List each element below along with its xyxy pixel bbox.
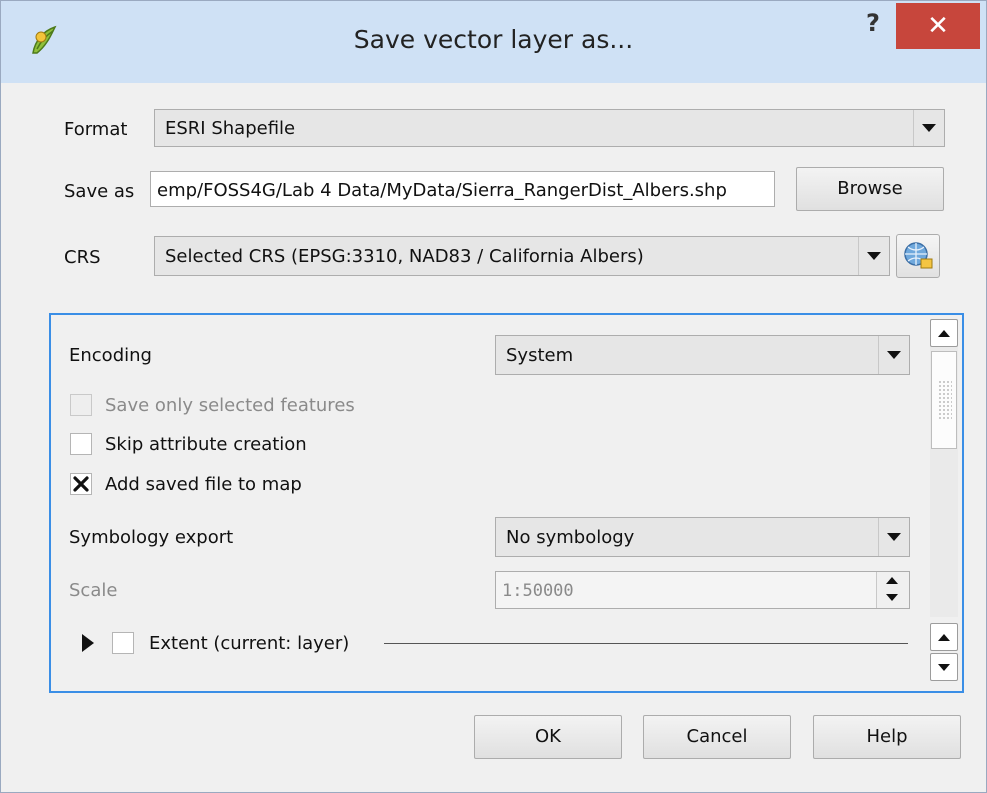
- save-selected-label: Save only selected features: [105, 395, 355, 416]
- add-to-map-label: Add saved file to map: [105, 474, 302, 495]
- skip-attribute-label: Skip attribute creation: [105, 434, 307, 455]
- checkmark-icon: [73, 476, 89, 492]
- symbology-combo[interactable]: No symbology: [495, 517, 910, 557]
- symbology-value: No symbology: [506, 527, 635, 548]
- crs-globe-icon: [904, 242, 933, 269]
- browse-button[interactable]: Browse: [796, 167, 944, 211]
- format-value: ESRI Shapefile: [165, 118, 296, 139]
- format-combo[interactable]: ESRI Shapefile: [154, 109, 945, 147]
- cancel-button[interactable]: Cancel: [643, 715, 791, 759]
- options-panel: Encoding System Save only selected featu…: [49, 313, 964, 693]
- close-icon: ✕: [927, 11, 949, 41]
- extent-scroll-down-button[interactable]: [930, 653, 958, 681]
- scale-value: 1:50000: [502, 581, 574, 601]
- chevron-down-icon: [858, 237, 889, 275]
- crs-combo[interactable]: Selected CRS (EPSG:3310, NAD83 / Califor…: [154, 236, 890, 276]
- scroll-thumb[interactable]: [931, 351, 957, 449]
- dialog-title: Save vector layer as...: [353, 25, 634, 54]
- symbology-label: Symbology export: [69, 527, 234, 548]
- extent-label: Extent (current: layer): [149, 633, 350, 654]
- expand-arrow-icon[interactable]: [81, 633, 95, 653]
- save-vector-layer-dialog: Save vector layer as... ? ✕ Format ESRI …: [0, 0, 987, 793]
- scroll-up-button[interactable]: [930, 319, 958, 347]
- dialog-body: Format ESRI Shapefile Save as emp/FOSS4G…: [13, 83, 974, 782]
- crs-select-button[interactable]: [896, 234, 940, 278]
- scale-label: Scale: [69, 580, 118, 601]
- crs-value: Selected CRS (EPSG:3310, NAD83 / Califor…: [165, 246, 644, 267]
- encoding-label: Encoding: [69, 345, 152, 366]
- title-bar[interactable]: Save vector layer as... ? ✕: [1, 1, 986, 83]
- options-scrollbar[interactable]: [930, 319, 958, 617]
- ok-button[interactable]: OK: [474, 715, 622, 759]
- help-button[interactable]: Help: [813, 715, 961, 759]
- spin-buttons[interactable]: [876, 572, 909, 608]
- save-as-input[interactable]: emp/FOSS4G/Lab 4 Data/MyData/Sierra_Rang…: [150, 171, 775, 207]
- format-label: Format: [64, 119, 128, 140]
- chevron-down-icon: [878, 518, 909, 556]
- encoding-value: System: [506, 345, 574, 366]
- crs-label: CRS: [64, 247, 101, 268]
- scale-spinbox[interactable]: 1:50000: [495, 571, 910, 609]
- add-to-map-checkbox[interactable]: [70, 473, 92, 495]
- skip-attribute-checkbox[interactable]: [70, 433, 92, 455]
- spin-down-icon: [886, 594, 898, 601]
- save-as-value: emp/FOSS4G/Lab 4 Data/MyData/Sierra_Rang…: [157, 180, 727, 201]
- save-selected-checkbox[interactable]: [70, 394, 92, 416]
- help-title-button[interactable]: ?: [858, 9, 888, 41]
- encoding-combo[interactable]: System: [495, 335, 910, 375]
- chevron-down-icon: [878, 336, 909, 374]
- extent-scroll-up-button[interactable]: [930, 623, 958, 651]
- close-button[interactable]: ✕: [896, 3, 980, 49]
- extent-checkbox[interactable]: [112, 632, 134, 654]
- spin-up-icon: [886, 577, 898, 584]
- save-as-label: Save as: [64, 181, 135, 202]
- extent-divider: [384, 643, 908, 644]
- chevron-down-icon: [913, 110, 944, 146]
